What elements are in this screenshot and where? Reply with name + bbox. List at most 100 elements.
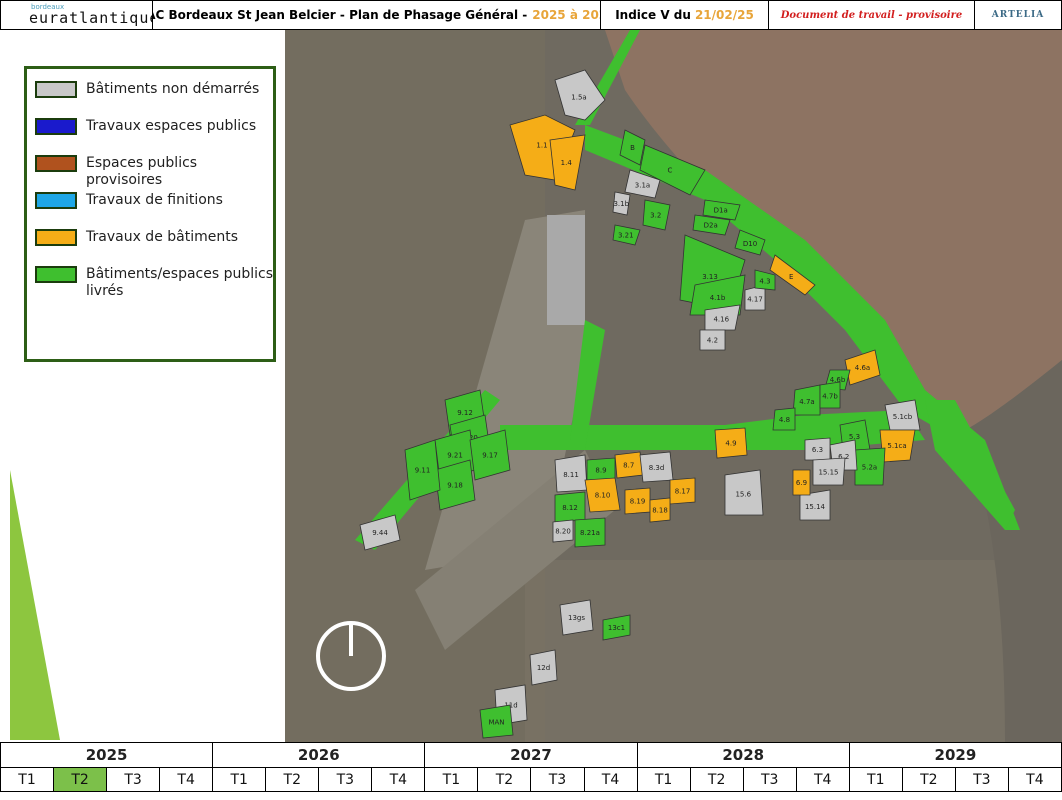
legend-label: Travaux de finitions	[86, 192, 223, 208]
legend-label: Espaces publics provisoires	[86, 155, 198, 188]
quarter-2028-t1[interactable]: T1	[636, 768, 690, 792]
plot-label-4-8: 4.8	[779, 416, 790, 424]
plot-label-8-10: 8.10	[595, 492, 611, 500]
plot-label-8-19: 8.19	[630, 498, 646, 506]
plot-label-e: E	[789, 273, 793, 281]
left-panel: Bâtiments non démarrés Travaux espaces p…	[0, 30, 285, 742]
legend-swatch	[35, 155, 77, 172]
plot-label-4-7b: 4.7b	[822, 392, 838, 400]
legend-label: Bâtiments/espaces publics livrés	[86, 266, 274, 299]
plot-label-5-2a: 5.2a	[862, 464, 877, 472]
quarter-2027-t4[interactable]: T4	[583, 768, 637, 792]
legend-label: Travaux de bâtiments	[86, 229, 239, 245]
euratlantique-logo: bordeaux euratlantique	[1, 1, 153, 29]
legend-swatch	[35, 192, 77, 209]
quarter-2026-t3[interactable]: T3	[318, 768, 372, 792]
legend: Bâtiments non démarrés Travaux espaces p…	[24, 66, 276, 362]
plot-label-8-20: 8.20	[555, 528, 571, 536]
plot-label-9-17: 9.17	[482, 452, 498, 460]
indice-label: Indice V du	[615, 8, 691, 22]
plot-label-9-44: 9.44	[372, 529, 388, 537]
quarter-2029-t2[interactable]: T2	[901, 768, 955, 792]
quarter-2027-t3[interactable]: T3	[530, 768, 584, 792]
plot-label-4-16: 4.16	[713, 315, 729, 323]
quarter-2027-t2[interactable]: T2	[477, 768, 531, 792]
quarter-2026-t1[interactable]: T1	[212, 768, 266, 792]
legend-swatch	[35, 266, 77, 283]
plot-label-4-1b: 4.1b	[710, 294, 726, 302]
plot-label-1-5a: 1.5a	[571, 94, 586, 102]
plot-label-5-3: 5.3	[849, 433, 860, 441]
plot-label-13c1: 13c1	[608, 624, 625, 632]
plot-label-d1a: D1a	[714, 207, 728, 215]
legend-item-delivered: Bâtiments/espaces publics livrés	[35, 266, 276, 300]
plot-label-1-1: 1.1	[536, 142, 547, 150]
indice-date: 21/02/25	[694, 8, 754, 22]
quarter-2028-t4[interactable]: T4	[795, 768, 849, 792]
legend-label: Travaux espaces publics	[86, 118, 257, 134]
quarter-2026-t2[interactable]: T2	[265, 768, 319, 792]
legend-item-not-started: Bâtiments non démarrés	[35, 81, 276, 98]
document-title: ZAC Bordeaux St Jean Belcier - Plan de P…	[153, 1, 601, 29]
map-canvas: 1.1 1.4 1.5a B C 3.1a 3.1b 3.2 3.21 3.13 4.1b 4.16 4…	[285, 30, 1062, 742]
quarter-2025-t1[interactable]: T1	[0, 768, 54, 792]
plot-label-4-7a: 4.7a	[799, 398, 814, 406]
urban-south	[525, 560, 1062, 742]
quarter-2026-t4[interactable]: T4	[371, 768, 425, 792]
plot-label-1-4: 1.4	[561, 159, 573, 167]
plot-label-8-11: 8.11	[563, 471, 579, 479]
plot-label-8-12: 8.12	[562, 504, 578, 512]
year-2029: 2029	[848, 742, 1062, 768]
quarter-2025-t2[interactable]: T2	[53, 768, 107, 792]
plot-label-9-12: 9.12	[457, 409, 473, 417]
plot-label-8-18: 8.18	[652, 507, 668, 515]
quarter-2028-t3[interactable]: T3	[742, 768, 796, 792]
plot-label-b: B	[630, 144, 635, 152]
legend-item-finishing-works: Travaux de finitions	[35, 192, 276, 209]
year-2026: 2026	[212, 742, 425, 768]
plot-label-4-17: 4.17	[747, 295, 763, 303]
quarter-2025-t3[interactable]: T3	[106, 768, 160, 792]
plot-label-8-7: 8.7	[623, 462, 634, 470]
year-2025: 2025	[0, 742, 213, 768]
quarter-2025-t4[interactable]: T4	[159, 768, 213, 792]
plot-label-3-21: 3.21	[618, 232, 634, 240]
progress-wedge	[10, 470, 60, 740]
plot-label-8-17: 8.17	[675, 488, 691, 496]
quarter-2029-t3[interactable]: T3	[954, 768, 1008, 792]
plot-label-15-14: 15.14	[805, 503, 826, 511]
artelia-logo: ARTELIA	[991, 10, 1045, 20]
quarter-2027-t1[interactable]: T1	[424, 768, 478, 792]
legend-swatch	[35, 118, 77, 135]
legend-item-building-works: Travaux de bâtiments	[35, 229, 276, 246]
aerial-map: 1.1 1.4 1.5a B C 3.1a 3.1b 3.2 3.21 3.13 4.1b 4.16 4…	[285, 30, 1062, 742]
quarter-2029-t4[interactable]: T4	[1007, 768, 1062, 792]
logo-main-text: euratlantique	[29, 9, 153, 27]
legend-swatch	[35, 81, 77, 98]
plot-label-4-3: 4.3	[759, 277, 770, 285]
plot-label-13gs: 13gs	[568, 614, 585, 622]
plot-label-8-3d: 8.3d	[649, 464, 665, 472]
revision-index: Indice V du 21/02/25	[601, 1, 769, 29]
plot-label-15-6: 15.6	[735, 490, 751, 498]
plot-label-3-2: 3.2	[650, 212, 661, 220]
plot-label-9-21: 9.21	[447, 452, 463, 460]
quarter-2029-t1[interactable]: T1	[848, 768, 902, 792]
plot-label-d10: D10	[743, 240, 757, 248]
plot-label-8-21a: 8.21a	[580, 529, 600, 537]
plot-label-c: C	[668, 167, 673, 175]
quarter-2028-t2[interactable]: T2	[689, 768, 743, 792]
legend-swatch	[35, 229, 77, 246]
plot-label-4-9: 4.9	[725, 439, 736, 447]
saint-jean-station	[547, 215, 585, 325]
plot-label-3-1b: 3.1b	[613, 200, 629, 208]
plot-label-9-18: 9.18	[447, 482, 463, 490]
plot-label-3-1a: 3.1a	[635, 182, 650, 190]
title-text: ZAC Bordeaux St Jean Belcier - Plan de P…	[153, 8, 528, 22]
plot-label-4-6a: 4.6a	[855, 364, 870, 372]
title-years: 2025 à 2029	[532, 8, 600, 22]
timeline-quarters: T1 T2 T3 T4 T1 T2 T3 T4 T1 T2 T3 T4 T1 T2 T3 T4 T1 T2 T3 T4	[0, 768, 1062, 792]
year-2027: 2027	[424, 742, 637, 768]
timeline: 2025 2026 2027 2028 2029 T1 T2 T3 T4 T1 T2 T3 T…	[0, 742, 1062, 800]
plot-label-9-11: 9.11	[415, 467, 431, 475]
